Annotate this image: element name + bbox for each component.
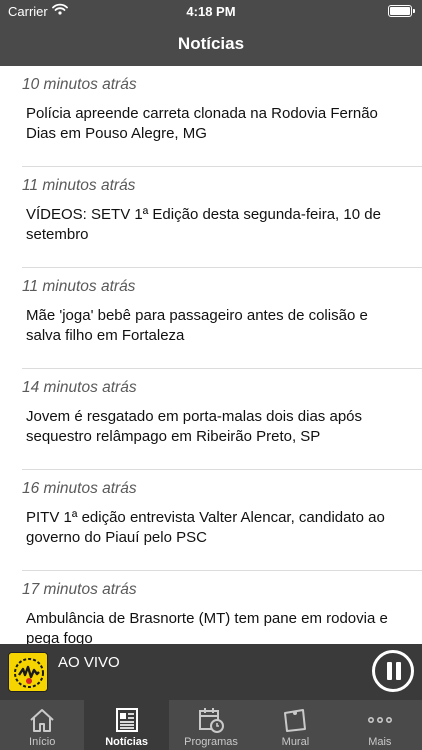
tab-label: Início: [29, 736, 56, 748]
calendar-icon: [196, 705, 226, 735]
news-headline: Jovem é resgatado em porta-malas dois di…: [26, 408, 363, 445]
news-headline: PITV 1ª edição entrevista Valter Alencar…: [26, 509, 385, 546]
pause-icon[interactable]: [372, 650, 414, 692]
newspaper-icon: [112, 705, 142, 735]
news-time: 10 minutos atrás: [22, 76, 137, 93]
live-player: AO VIVO: [0, 644, 422, 700]
tab-label: Notícias: [105, 736, 148, 748]
news-time: 11 minutos atrás: [22, 278, 136, 295]
news-headline: Polícia apreende carreta clonada na Rodo…: [26, 105, 378, 142]
tab-inicio[interactable]: Início: [0, 700, 84, 750]
tab-mural[interactable]: Mural: [253, 700, 337, 750]
news-item[interactable]: 11 minutos atrás VÍDEOS: SETV 1ª Edição …: [0, 167, 422, 268]
tab-programas[interactable]: Programas: [169, 700, 253, 750]
battery-icon: [388, 5, 415, 17]
news-headline: VÍDEOS: SETV 1ª Edição desta segunda-fei…: [26, 206, 381, 243]
tab-noticias[interactable]: Notícias: [84, 700, 169, 750]
news-item[interactable]: 17 minutos atrás Ambulância de Brasnorte…: [0, 571, 422, 644]
live-label: AO VIVO: [58, 654, 120, 671]
news-headline: Mãe 'joga' bebê para passageiro antes de…: [26, 307, 368, 344]
news-item[interactable]: 11 minutos atrás Mãe 'joga' bebê para pa…: [0, 268, 422, 369]
more-icon: [365, 705, 395, 735]
status-bar: Carrier 4:18 PM: [0, 0, 422, 22]
news-headline: Ambulância de Brasnorte (MT) tem pane em…: [26, 610, 388, 644]
navigation-bar: Notícias: [0, 22, 422, 66]
news-time: 17 minutos atrás: [22, 581, 137, 598]
tab-label: Mural: [281, 736, 310, 748]
mural-icon: [280, 705, 310, 735]
home-icon: [27, 705, 57, 735]
news-time: 14 minutos atrás: [22, 379, 137, 396]
tab-label: Mais: [368, 736, 392, 748]
tab-label: Programas: [184, 736, 238, 748]
tab-mais[interactable]: Mais: [338, 700, 422, 750]
radio-logo-icon[interactable]: [8, 652, 48, 692]
news-item[interactable]: 10 minutos atrás Polícia apreende carret…: [0, 66, 422, 167]
news-item[interactable]: 14 minutos atrás Jovem é resgatado em po…: [0, 369, 422, 470]
news-list[interactable]: 10 minutos atrás Polícia apreende carret…: [0, 66, 422, 644]
tab-bar: Início Notícias Programas Mural Mais: [0, 700, 422, 750]
status-time: 4:18 PM: [186, 4, 236, 19]
news-time: 11 minutos atrás: [22, 177, 136, 194]
news-item[interactable]: 16 minutos atrás PITV 1ª edição entrevis…: [0, 470, 422, 571]
page-title: Notícias: [177, 34, 245, 53]
news-time: 16 minutos atrás: [22, 480, 137, 497]
